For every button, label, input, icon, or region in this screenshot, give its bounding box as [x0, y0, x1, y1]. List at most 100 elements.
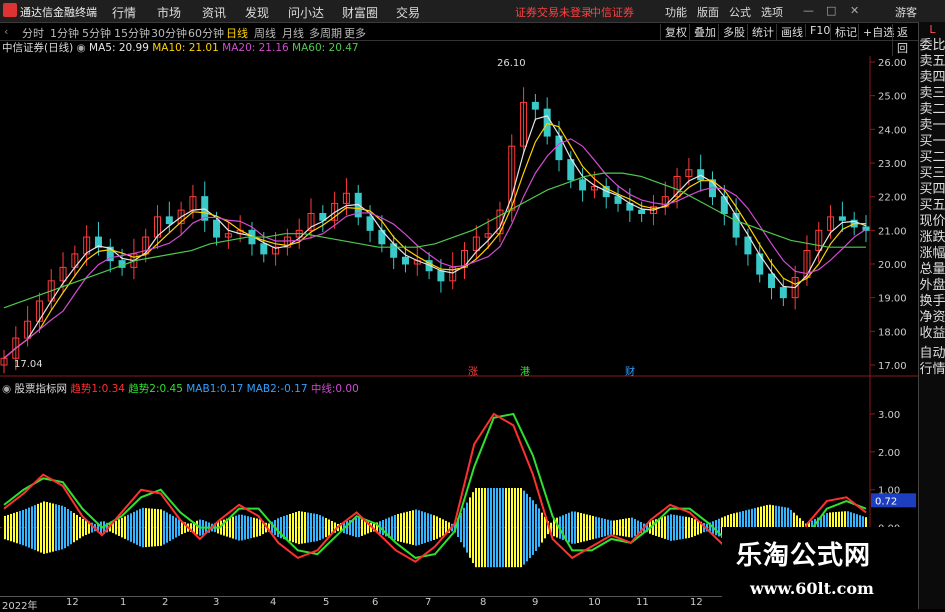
- histogram-bar: [667, 515, 669, 540]
- candle-body: [779, 287, 787, 299]
- histogram-bar: [676, 515, 678, 540]
- histogram-bar: [16, 511, 18, 544]
- histogram-bar: [421, 511, 423, 544]
- side-item-eps[interactable]: 收益: [919, 326, 945, 342]
- side-item-sell4[interactable]: 卖四: [919, 70, 945, 86]
- x-label: 9: [532, 597, 539, 608]
- price-tick-label: 22.00: [878, 193, 907, 204]
- histogram-bar: [10, 513, 12, 542]
- histogram-bar: [319, 515, 321, 541]
- histogram-bar: [43, 501, 45, 554]
- side-item-buy1[interactable]: 买一: [919, 134, 945, 150]
- histogram-bar: [133, 511, 135, 544]
- side-header[interactable]: L: [919, 22, 945, 38]
- candle-body: [579, 179, 587, 191]
- side-item-sell1[interactable]: 卖一: [919, 118, 945, 134]
- side-item-turnover[interactable]: 换手: [919, 294, 945, 310]
- side-item-buy3[interactable]: 买三: [919, 166, 945, 182]
- histogram-bar: [604, 518, 606, 537]
- histogram-bar: [304, 512, 306, 544]
- candle-body: [638, 209, 646, 214]
- histogram-bar: [277, 518, 279, 537]
- marker-zhang[interactable]: 涨: [468, 366, 478, 378]
- side-item-buy5[interactable]: 买五: [919, 198, 945, 214]
- x-label: 2022年: [2, 601, 38, 612]
- side-item-change[interactable]: 涨跌: [919, 230, 945, 246]
- side-item-buy2[interactable]: 买二: [919, 150, 945, 166]
- candle-body: [437, 270, 445, 282]
- sub-tick-label: 3.00: [878, 410, 900, 421]
- price-tick-label: 25.00: [878, 92, 907, 103]
- histogram-bar: [394, 515, 396, 541]
- histogram-bar: [433, 515, 435, 540]
- side-item-quote[interactable]: 行情: [919, 362, 945, 378]
- candle-body: [260, 243, 268, 255]
- histogram-bar: [409, 511, 411, 545]
- histogram-bar: [52, 503, 54, 552]
- histogram-bar: [328, 519, 330, 536]
- histogram-bar: [253, 517, 255, 538]
- side-item-weibi[interactable]: 委比: [919, 38, 945, 54]
- side-item-outer[interactable]: 外盘: [919, 278, 945, 294]
- histogram-bar: [316, 514, 318, 542]
- histogram-bar: [487, 487, 489, 568]
- histogram-bar: [514, 487, 516, 568]
- histogram-bar: [148, 508, 150, 547]
- candle-body: [543, 108, 551, 137]
- side-item-auto[interactable]: 自动: [919, 346, 945, 362]
- histogram-bar: [382, 519, 384, 536]
- candle-body: [838, 216, 846, 221]
- side-item-sell2[interactable]: 卖二: [919, 102, 945, 118]
- histogram-bar: [688, 517, 690, 538]
- side-item-buy4[interactable]: 买四: [919, 182, 945, 198]
- candle-body: [531, 101, 539, 110]
- histogram-bar: [19, 510, 21, 545]
- histogram-bar: [241, 514, 243, 541]
- histogram-bar: [70, 510, 72, 545]
- histogram-bar: [154, 508, 156, 547]
- side-item-netasset[interactable]: 净资: [919, 310, 945, 326]
- histogram-bar: [532, 500, 534, 555]
- histogram-bar: [163, 510, 165, 545]
- marker-cai[interactable]: 财: [625, 365, 635, 378]
- histogram-bar: [601, 518, 603, 537]
- side-item-pct[interactable]: 涨幅: [919, 246, 945, 262]
- histogram-bar: [73, 512, 75, 543]
- histogram-bar: [406, 511, 408, 544]
- histogram-bar: [577, 512, 579, 543]
- histogram-bar: [172, 515, 174, 540]
- histogram-bar: [166, 512, 168, 543]
- candle-body: [614, 196, 622, 204]
- histogram-bar: [307, 512, 309, 543]
- histogram-bar: [127, 514, 129, 541]
- side-item-price[interactable]: 现价: [919, 214, 945, 230]
- kline-chart[interactable]: 26.00 25.00 24.00 23.00 22.00 21.00 20.00 19.00…: [0, 0, 918, 596]
- high-annotation: 26.10: [497, 58, 526, 69]
- histogram-bar: [571, 511, 573, 544]
- x-label: 3: [213, 597, 220, 608]
- histogram-bar: [574, 511, 576, 544]
- histogram-bar: [295, 511, 297, 544]
- histogram-bar: [25, 508, 27, 547]
- price-axis: 26.00 25.00 24.00 23.00 22.00 21.00 20.00 19.00…: [870, 58, 907, 372]
- histogram-bar: [631, 517, 633, 538]
- histogram-bar: [235, 515, 237, 540]
- histogram-bar: [76, 514, 78, 541]
- histogram-bar: [325, 518, 327, 538]
- price-tick-label: 21.00: [878, 226, 907, 237]
- histogram-bar: [196, 520, 198, 535]
- histogram-bar: [442, 519, 444, 536]
- side-item-volume[interactable]: 总量: [919, 262, 945, 278]
- x-label: 7: [425, 597, 432, 608]
- histogram-bar: [535, 504, 537, 552]
- side-item-sell3[interactable]: 卖三: [919, 86, 945, 102]
- histogram-bar: [685, 516, 687, 539]
- marker-gang[interactable]: 港: [520, 366, 530, 378]
- histogram-bar: [136, 510, 138, 545]
- histogram-bar: [607, 519, 609, 536]
- candle-body: [213, 219, 221, 238]
- watermark-url: www.60lt.com: [750, 579, 874, 598]
- price-tick-label: 19.00: [878, 294, 907, 305]
- histogram-bar: [670, 514, 672, 541]
- side-item-sell5[interactable]: 卖五: [919, 54, 945, 70]
